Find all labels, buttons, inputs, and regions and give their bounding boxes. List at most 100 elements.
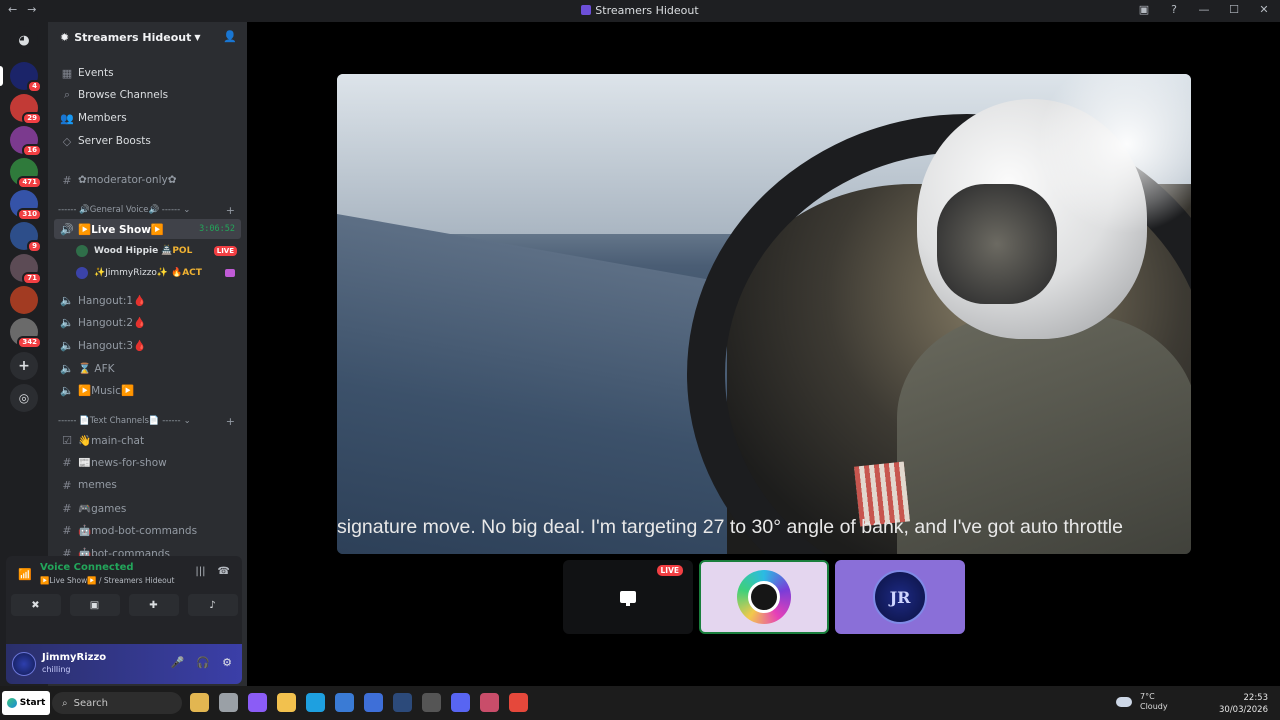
window-controls: ▣ ? — ☐ ✕	[1136, 3, 1272, 16]
server-icon[interactable]: 471	[10, 158, 42, 189]
text-channel[interactable]: ☑ 👋main-chat	[54, 430, 241, 450]
discord-home-icon[interactable]: ◕	[10, 26, 38, 54]
taskbar-app-icon[interactable]	[248, 693, 267, 712]
stream-video[interactable]	[337, 74, 1191, 554]
text-channel[interactable]: # 🎮games	[54, 498, 241, 518]
windows-icon	[6, 698, 17, 708]
soundboard-button[interactable]: ♪	[187, 594, 238, 616]
speaker-icon: 🔈	[60, 338, 74, 352]
search-icon: ⌕	[62, 697, 68, 709]
text-channel[interactable]: # 🤖mod-bot-commands	[54, 520, 241, 540]
headphones-icon[interactable]: 🎧	[196, 656, 210, 669]
microphone-icon[interactable]: 🎤	[171, 656, 185, 669]
voice-channel[interactable]: 🔈 ▶️Music▶️	[54, 380, 241, 400]
help-icon[interactable]: ?	[1166, 3, 1182, 16]
server-header[interactable]: ✹ Streamers Hideout ▼ 👤	[48, 22, 247, 52]
voice-channel[interactable]: 🔈 Hangout:3🩸	[54, 335, 241, 355]
voice-actions: ✖ ▣ ✚ ♪	[6, 592, 242, 618]
invite-people-icon[interactable]: 👤	[223, 30, 237, 43]
add-channel-icon[interactable]: +	[226, 415, 235, 428]
nav-browse-channels[interactable]: ⌕ Browse Channels	[54, 85, 241, 105]
voice-location[interactable]: ▶️Live Show▶️ / Streamers Hideout	[40, 576, 174, 585]
taskbar-app-icon[interactable]	[422, 693, 441, 712]
chevron-down-icon: ▼	[194, 32, 201, 42]
taskbar-app-icon[interactable]	[335, 693, 354, 712]
text-channel[interactable]: # 📰news-for-show	[54, 452, 241, 472]
speaker-icon: 🔈	[60, 361, 74, 375]
window-title: Streamers Hideout	[0, 4, 1280, 17]
taskbar-app-icon[interactable]	[364, 693, 383, 712]
participant-tiles: LIVE JR	[563, 560, 965, 634]
camera-off-button[interactable]: ✖	[10, 594, 61, 616]
server-icon[interactable]: 9	[10, 222, 42, 253]
server-icon[interactable]: 71	[10, 254, 42, 285]
text-channel[interactable]: # memes	[54, 475, 241, 495]
clock[interactable]: 22:53 30/03/2026	[1219, 692, 1268, 716]
voice-user[interactable]: ✨JimmyRizzo✨ 🔥ACT	[76, 263, 241, 283]
start-button[interactable]: Start	[2, 691, 50, 715]
voice-channel-live-show[interactable]: 🔊 ▶️Live Show▶️ 3:06:52	[54, 219, 241, 239]
avatar	[76, 245, 88, 257]
rules-icon: ☑	[62, 433, 72, 447]
streaming-icon	[225, 269, 235, 277]
nav-members[interactable]: 👥 Members	[54, 108, 241, 128]
voice-channel[interactable]: 🔈 Hangout:1🩸	[54, 290, 241, 310]
nav-server-boosts[interactable]: ◇ Server Boosts	[54, 131, 241, 151]
share-screen-button[interactable]: ▣	[69, 594, 120, 616]
live-badge: LIVE	[213, 246, 237, 256]
channel-moderator-only[interactable]: # ✿moderator-only✿	[54, 170, 241, 190]
speaker-icon: 🔈	[60, 315, 74, 329]
calendar-icon: ▦	[61, 66, 73, 80]
category-general-voice[interactable]: ------ 🔊General Voice🔊 ------ ⌄ +	[58, 203, 241, 217]
taskbar-app-icon[interactable]	[277, 693, 296, 712]
server-icon[interactable]: 4	[0, 62, 42, 93]
jr-avatar: JR	[873, 570, 927, 624]
inbox-icon[interactable]: ▣	[1136, 3, 1152, 16]
username[interactable]: JimmyRizzo	[42, 652, 106, 663]
taskbar-app-icon[interactable]	[219, 693, 238, 712]
maximize-icon[interactable]: ☐	[1226, 3, 1242, 16]
nav-events[interactable]: ▦ Events	[54, 63, 241, 83]
add-channel-icon[interactable]: +	[226, 204, 235, 217]
stream-stage: signature move. No big deal. I'm targeti…	[247, 22, 1280, 686]
weather-widget[interactable]: 7°C Cloudy	[1116, 692, 1168, 712]
disconnect-icon[interactable]: ☎	[218, 566, 230, 577]
participant-tile-peace[interactable]	[699, 560, 829, 634]
discover-icon[interactable]: ◎	[10, 384, 38, 412]
speaker-icon: 🔈	[60, 293, 74, 307]
category-text-channels[interactable]: ------ 📄Text Channels📄 ------ ⌄ +	[58, 414, 241, 428]
server-icon[interactable]: 29	[10, 94, 42, 125]
voice-connected-panel: 📶 Voice Connected ▶️Live Show▶️ / Stream…	[6, 556, 242, 644]
taskbar-app-icon[interactable]	[480, 693, 499, 712]
screen-share-tile[interactable]: LIVE	[563, 560, 693, 634]
server-icon[interactable]: 310	[10, 190, 42, 221]
avatar[interactable]	[12, 652, 36, 676]
voice-channel[interactable]: 🔈 ⌛ AFK	[54, 358, 241, 378]
activities-button[interactable]: ✚	[128, 594, 179, 616]
hash-icon: #	[62, 173, 72, 187]
server-icon[interactable]: 16	[10, 126, 42, 157]
taskbar-app-icon[interactable]	[509, 693, 528, 712]
server-icon[interactable]	[10, 286, 38, 314]
signal-icon[interactable]: 📶	[18, 568, 32, 581]
browse-icon: ⌕	[63, 88, 71, 101]
taskbar-search[interactable]: ⌕ Search	[52, 692, 182, 714]
taskbar-app-icon[interactable]	[306, 693, 325, 712]
taskbar-app-icon[interactable]	[393, 693, 412, 712]
server-icon[interactable]: 342	[10, 318, 42, 349]
minimize-icon[interactable]: —	[1196, 3, 1212, 16]
taskbar-app-icon[interactable]	[451, 693, 470, 712]
noise-suppression-icon[interactable]: |||	[195, 566, 205, 577]
close-icon[interactable]: ✕	[1256, 3, 1272, 16]
window-titlebar: ← → Streamers Hideout ▣ ? — ☐ ✕	[0, 0, 1280, 22]
forward-icon[interactable]: →	[27, 3, 36, 16]
cloud-icon	[1116, 697, 1132, 707]
back-icon[interactable]: ←	[8, 3, 17, 16]
add-server-icon[interactable]: +	[10, 352, 38, 380]
gear-icon[interactable]: ⚙	[222, 656, 232, 669]
voice-channel[interactable]: 🔈 Hangout:2🩸	[54, 312, 241, 332]
taskbar-app-icon[interactable]	[190, 693, 209, 712]
voice-user[interactable]: Wood Hippie 🏯POL LIVE	[76, 241, 241, 261]
participant-tile-jr[interactable]: JR	[835, 560, 965, 634]
monitor-icon	[620, 591, 636, 606]
